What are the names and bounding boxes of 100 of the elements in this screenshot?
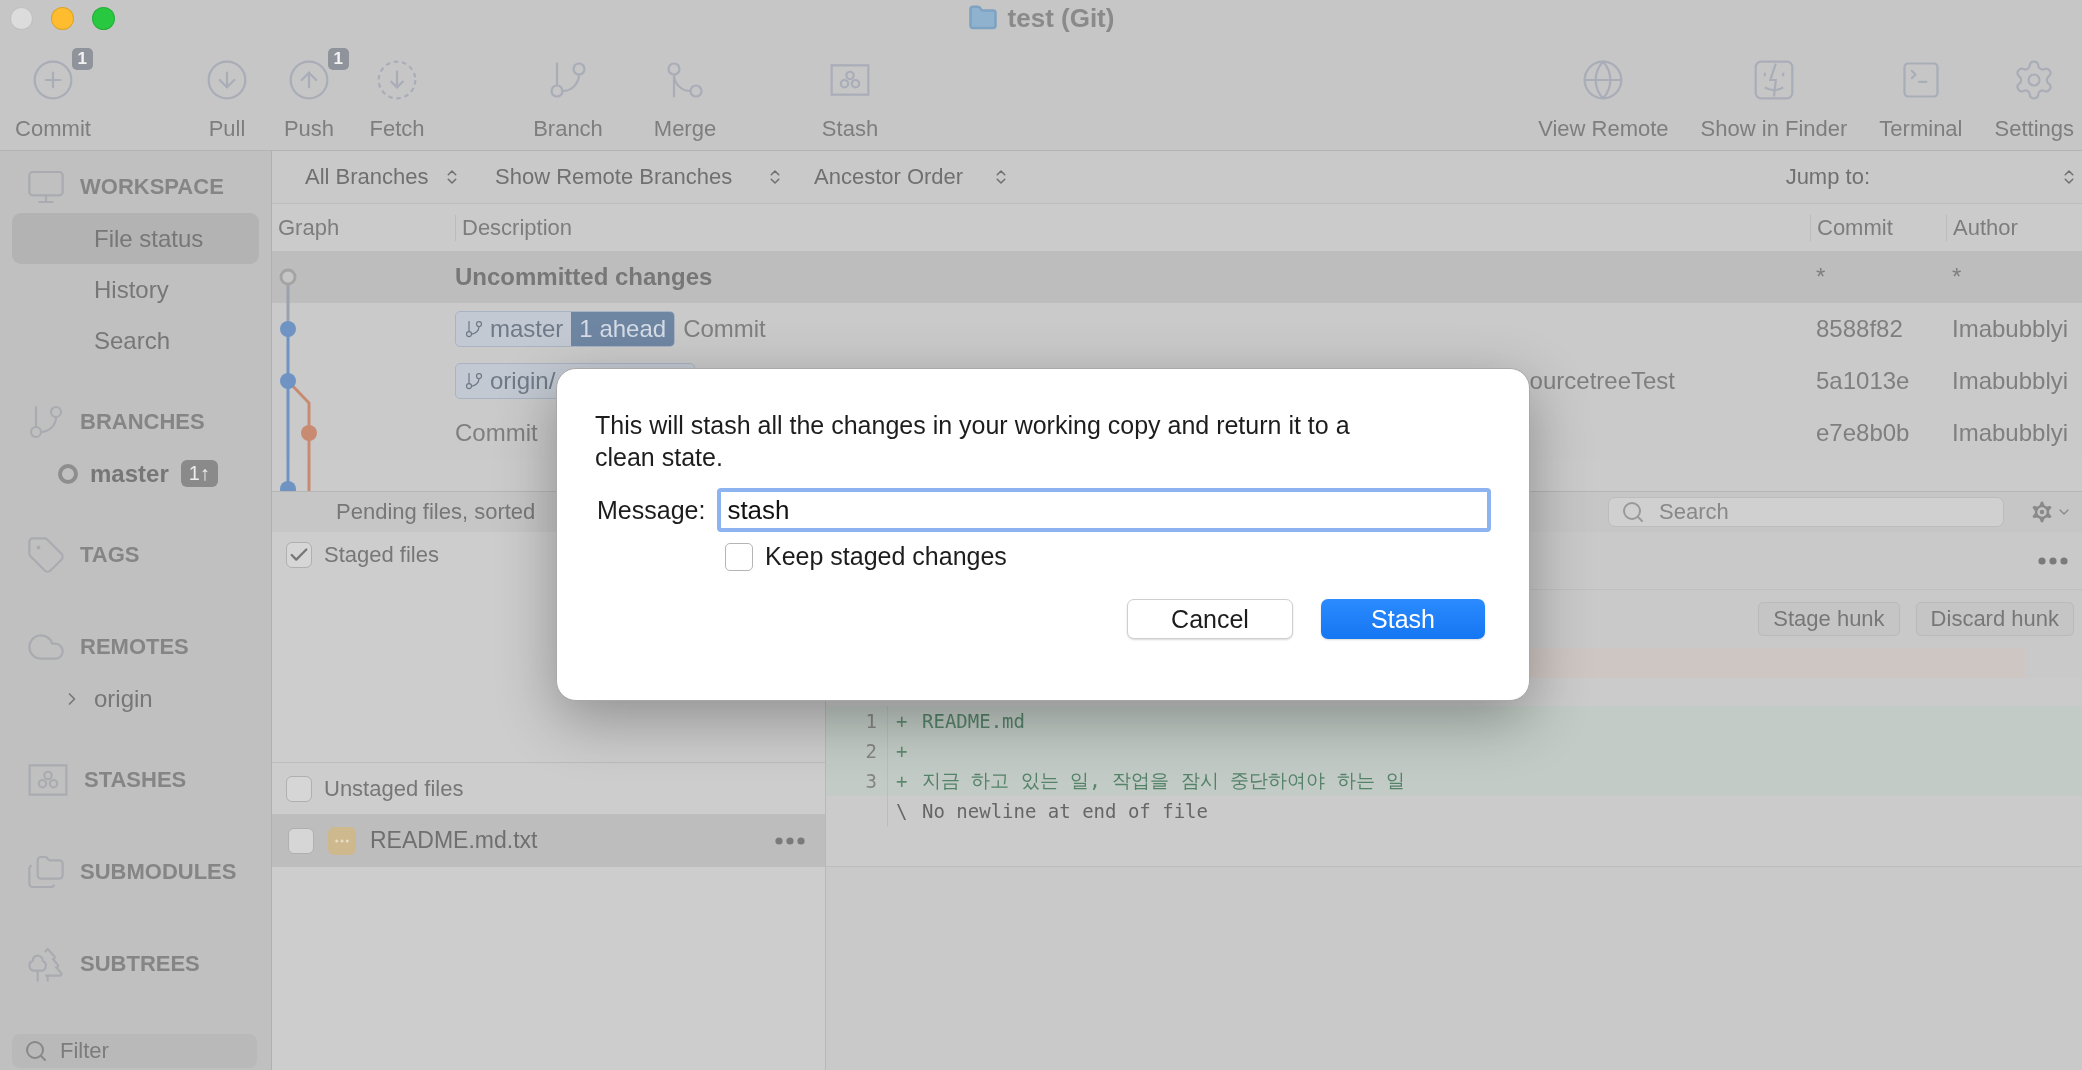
diff-marker: + bbox=[896, 740, 909, 762]
commit-hash: e7e8b0b bbox=[1815, 419, 1911, 447]
section-header: SUBTREES bbox=[80, 951, 200, 977]
toolbar-button[interactable]: Commit 1 bbox=[0, 36, 106, 150]
toolbar-button[interactable]: Fetch bbox=[356, 36, 438, 150]
search-field[interactable]: Search bbox=[1608, 497, 2004, 527]
section-header: BRANCHES bbox=[80, 409, 205, 435]
commit-node bbox=[280, 481, 296, 491]
column-header[interactable]: Description bbox=[455, 214, 1810, 241]
diff-marker: + bbox=[896, 710, 909, 732]
sidebar-item[interactable]: History bbox=[12, 264, 259, 315]
dashed-arrow-down-circle-icon bbox=[375, 58, 419, 102]
minimize-button[interactable] bbox=[51, 7, 74, 30]
commit-node bbox=[301, 425, 317, 441]
commit-hash: * bbox=[1815, 263, 1827, 291]
toolbar-button[interactable]: View Remote bbox=[1538, 36, 1669, 150]
checkbox[interactable] bbox=[288, 827, 314, 854]
branch-name: master bbox=[90, 459, 169, 488]
pending-files-label: Pending files, sorted bbox=[336, 499, 536, 525]
commit-hash: 5a1013e bbox=[1815, 367, 1911, 395]
branch-icon bbox=[464, 319, 484, 339]
row-description: Uncommitted changes bbox=[455, 263, 713, 291]
count-badge: 1 bbox=[71, 48, 93, 70]
row-description: Commit bbox=[455, 419, 538, 447]
current-branch-icon bbox=[58, 463, 78, 484]
tag-label: origin/ bbox=[490, 367, 556, 395]
ellipsis-icon bbox=[775, 836, 805, 845]
section-header: STASHES bbox=[84, 767, 187, 793]
hunk-button[interactable]: Discard hunk bbox=[1915, 602, 2074, 636]
diff-line: No newline at end of file bbox=[922, 800, 1208, 822]
section-header: TAGS bbox=[80, 542, 140, 568]
more-button[interactable] bbox=[775, 836, 805, 845]
sidebar-item[interactable]: File status bbox=[12, 213, 259, 264]
diff-line: README.md bbox=[922, 710, 1025, 732]
checkbox[interactable] bbox=[286, 542, 312, 568]
search-icon bbox=[24, 1039, 48, 1063]
more-button[interactable] bbox=[2038, 556, 2068, 565]
checkbox[interactable] bbox=[725, 542, 753, 571]
diff-line: 지금 하고 있는 일, 작업을 잠시 중단하여야 하는 일 bbox=[922, 768, 1405, 793]
order-dropdown[interactable]: Ancestor Order bbox=[814, 164, 1024, 190]
diff-marker: \ bbox=[896, 800, 909, 822]
column-header[interactable]: Author bbox=[1946, 214, 2082, 241]
plus-circle-icon bbox=[31, 58, 75, 102]
ahead-badge: 1 ahead bbox=[571, 312, 675, 346]
author-cell-text: Imabubblyi bbox=[1951, 315, 2069, 343]
line-number: 3 bbox=[826, 766, 888, 796]
arrow-down-circle-icon bbox=[205, 58, 249, 102]
tag-label: master bbox=[490, 315, 564, 343]
zoom-button[interactable] bbox=[92, 7, 115, 30]
commit-node bbox=[280, 321, 296, 337]
jump-to-label: Jump to: bbox=[1785, 164, 1870, 190]
column-header[interactable]: Graph bbox=[272, 214, 455, 241]
sidebar-item[interactable]: Search bbox=[12, 315, 259, 366]
toolbar-button[interactable]: Push 1 bbox=[268, 36, 350, 150]
primary-button[interactable]: Stash bbox=[1321, 599, 1485, 639]
window-title: test (Git) bbox=[1007, 2, 1115, 34]
toolbar-button[interactable]: Show in Finder bbox=[1700, 36, 1848, 150]
field-label: Message: bbox=[597, 495, 706, 525]
section-header: SUBMODULES bbox=[80, 859, 237, 885]
file-row[interactable]: README.md.txt bbox=[272, 814, 825, 867]
count-badge: 1 bbox=[327, 48, 349, 70]
arrow-up-circle-icon bbox=[287, 58, 331, 102]
commit-hash: 8588f82 bbox=[1815, 315, 1904, 343]
checkbox-label: Keep staged changes bbox=[765, 542, 1007, 571]
branch-icon bbox=[464, 371, 484, 391]
dialog-message: This will stash all the changes in your working copy and return it to a clean state. bbox=[595, 410, 1351, 473]
remote-branches-dropdown[interactable]: Show Remote Branches bbox=[495, 164, 798, 190]
author-cell-text: Imabubblyi bbox=[1951, 419, 2069, 447]
toolbar-button[interactable]: Pull bbox=[186, 36, 268, 150]
staged-files-label: Staged files bbox=[324, 542, 439, 568]
section-header: REMOTES bbox=[80, 634, 189, 660]
modified-file-icon bbox=[328, 826, 356, 855]
section-header: WORKSPACE bbox=[80, 174, 224, 200]
toolbar-button[interactable]: Settings bbox=[1994, 36, 2074, 150]
column-header[interactable]: Commit bbox=[1810, 214, 1946, 241]
toolbar-button[interactable]: Branch bbox=[518, 36, 618, 150]
ellipsis-icon bbox=[2038, 556, 2068, 565]
branch-item[interactable]: master 1↑ bbox=[12, 448, 259, 499]
toolbar-button[interactable]: Terminal bbox=[1879, 36, 1963, 150]
author-cell-text: Imabubblyi bbox=[1951, 367, 2069, 395]
file-name: README.md.txt bbox=[370, 827, 538, 854]
toolbar-button[interactable]: Merge bbox=[640, 36, 730, 150]
secondary-button[interactable]: Cancel bbox=[1127, 599, 1293, 639]
row-description: Commit bbox=[683, 315, 766, 343]
diff-marker: + bbox=[896, 770, 909, 792]
branches-dropdown[interactable]: All Branches bbox=[305, 164, 475, 190]
ahead-badge: 1↑ bbox=[180, 460, 218, 487]
message-field[interactable]: stash bbox=[717, 488, 1491, 532]
smiley-square-icon bbox=[1752, 58, 1796, 102]
hunk-button[interactable]: Stage hunk bbox=[1758, 602, 1900, 636]
toolbar-button[interactable]: Stash bbox=[808, 36, 892, 150]
filter-field[interactable]: Filter bbox=[12, 1034, 257, 1068]
unstaged-files-label: Unstaged files bbox=[324, 775, 464, 802]
commit-node bbox=[279, 268, 297, 286]
search-icon bbox=[1621, 500, 1645, 524]
remote-name: origin bbox=[94, 684, 153, 713]
checkbox[interactable] bbox=[286, 775, 312, 802]
commit-node bbox=[280, 373, 296, 389]
remote-item[interactable]: origin bbox=[12, 673, 259, 724]
close-button[interactable] bbox=[10, 7, 33, 30]
